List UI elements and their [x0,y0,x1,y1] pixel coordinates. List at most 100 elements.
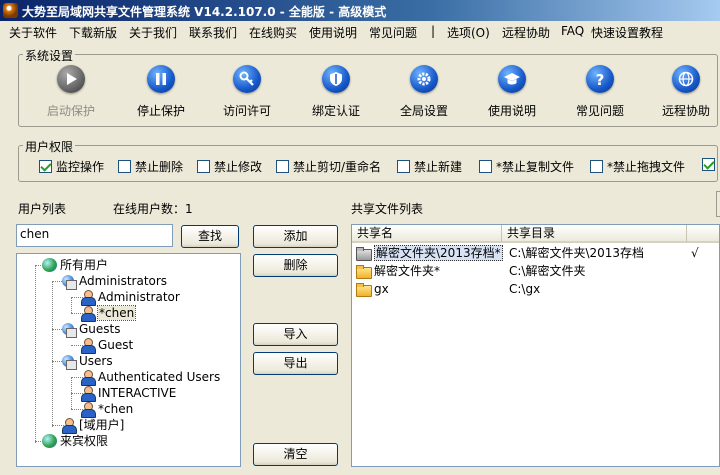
menu-contact[interactable]: 联系我们 [189,24,237,41]
shared-files-list[interactable]: 共享名 共享目录 解密文件夹\2013存档* C:\解密文件夹\2013存档 √… [351,224,720,467]
checkbox-box[interactable] [397,160,410,173]
menu-separator: | [431,24,436,38]
pause-icon [147,65,175,93]
checkbox-box[interactable] [702,158,715,171]
menu-manual[interactable]: 使用说明 [309,24,357,41]
user-icon [80,402,96,418]
column-header-share-dir[interactable]: 共享目录 [502,225,687,243]
start-protection-button[interactable]: 启动保护 [26,65,116,125]
folder-icon [356,283,372,297]
user-icon [80,386,96,402]
remote-assist-label: 远程协助 [661,104,710,118]
tree-item-label: INTERACTIVE [98,386,177,400]
bind-auth-button[interactable]: 绑定认证 [291,65,381,125]
gear-icon [410,65,438,93]
checkbox-no-delete[interactable]: 禁止删除 [118,158,183,175]
checkbox-monitor[interactable]: 监控操作 [39,158,104,175]
share-row[interactable]: 解密文件夹\2013存档* C:\解密文件夹\2013存档 √ [352,245,718,262]
system-settings-group: 系统设置 启动保护 停止保护 访问许可 绑定认证 全局设置 使用说明 ? 常见问… [18,47,720,127]
add-button[interactable]: 添加 [253,225,338,248]
user-permissions-group: 用户权限 监控操作 禁止删除 禁止修改 禁止剪切/重命名 禁止新建 *禁止复制文… [18,138,719,182]
menu-download[interactable]: 下载新版 [69,24,117,41]
user-icon [80,290,96,306]
svg-text:?: ? [596,71,605,88]
tree-line [71,297,72,313]
faq-label: 常见问题 [575,104,624,118]
search-button[interactable]: 查找 [181,225,239,248]
menu-faq-cn[interactable]: 常见问题 [369,24,417,41]
checkbox-no-create-label: 禁止新建 [414,160,463,174]
export-button[interactable]: 导出 [253,352,338,375]
checkbox-no-drag[interactable]: *禁止拖拽文件 [590,158,685,175]
folder-icon [356,265,372,279]
checkbox-box[interactable] [479,160,492,173]
tree-item-chen-users[interactable]: *chen [80,401,133,418]
checkbox-box[interactable] [197,160,210,173]
column-header-extra[interactable] [687,225,719,243]
share-path: C:\解密文件夹 [509,264,586,278]
remote-assist-button[interactable]: 远程协助 [641,65,720,125]
menu-about-us[interactable]: 关于我们 [129,24,177,41]
share-name: 解密文件夹\2013存档* [374,245,503,261]
checkbox-no-delete-label: 禁止删除 [135,160,184,174]
checkbox-no-copy[interactable]: *禁止复制文件 [479,158,574,175]
group-icon [61,274,77,290]
faq-button[interactable]: ? 常见问题 [555,65,645,125]
share-row[interactable]: 解密文件夹* C:\解密文件夹 [352,263,718,280]
checkbox-no-cut-rename[interactable]: 禁止剪切/重命名 [276,158,381,175]
globe-icon [42,258,57,272]
column-header-share-name[interactable]: 共享名 [352,225,502,243]
tree-line [52,281,53,427]
tree-line [35,265,36,443]
tree-item-domain-user[interactable]: [域用户] [61,417,124,434]
tree-item-interactive[interactable]: INTERACTIVE [80,385,177,402]
menu-about-software[interactable]: 关于软件 [9,24,57,41]
checkbox-extra[interactable] [702,158,719,172]
clear-button[interactable]: 清空 [253,443,338,466]
menu-remote[interactable]: 远程协助 [502,24,550,41]
menu-options[interactable]: 选项(O) [447,24,490,41]
tree-item-chen-admin[interactable]: *chen [80,305,137,322]
global-settings-button[interactable]: 全局设置 [379,65,469,125]
tree-item-users[interactable]: Users [61,353,113,370]
menu-buy[interactable]: 在线购买 [249,24,297,41]
import-button[interactable]: 导入 [253,323,338,346]
menu-faq[interactable]: FAQ [561,24,584,38]
checkbox-box[interactable] [276,160,289,173]
tree-item-label: *chen [96,305,137,321]
access-permission-button[interactable]: 访问许可 [202,65,292,125]
checkbox-box[interactable] [118,160,131,173]
checkbox-no-create[interactable]: 禁止新建 [397,158,462,175]
scroll-edge[interactable] [716,191,720,217]
user-tree[interactable]: 所有用户 Administrators Administrator *chen … [16,253,241,467]
delete-button[interactable]: 删除 [253,254,338,277]
user-permissions-title: 用户权限 [23,138,76,155]
share-row[interactable]: gx C:\gx [352,281,718,298]
user-icon [80,306,96,322]
checkbox-no-cut-rename-label: 禁止剪切/重命名 [293,160,382,174]
tree-item-authenticated-users[interactable]: Authenticated Users [80,369,220,386]
user-search-input[interactable]: chen [16,224,173,247]
share-name: 解密文件夹* [374,264,441,278]
user-icon [80,370,96,386]
tree-item-guest-permissions[interactable]: 来宾权限 [42,433,108,449]
checkbox-no-copy-label: *禁止复制文件 [496,160,575,174]
tree-item-all-users[interactable]: 所有用户 [42,257,108,273]
user-icon [80,338,96,354]
shared-files-title: 共享文件列表 [351,202,424,216]
manual-label: 使用说明 [487,104,536,118]
checkbox-box[interactable] [39,160,52,173]
tree-item-administrators[interactable]: Administrators [61,273,167,290]
checkbox-no-modify[interactable]: 禁止修改 [197,158,262,175]
tree-item-label: Guest [98,338,134,352]
tree-item-guests[interactable]: Guests [61,321,121,338]
manual-button[interactable]: 使用说明 [467,65,557,125]
globe-icon [672,65,700,93]
tree-item-label: Administrator [98,290,180,304]
tree-item-guest[interactable]: Guest [80,337,134,354]
tree-item-administrator[interactable]: Administrator [80,289,180,306]
menu-bar: 关于软件 下载新版 关于我们 联系我们 在线购买 使用说明 常见问题 | 选项(… [0,21,720,41]
menu-quick-tutorial[interactable]: 快速设置教程 [591,24,663,41]
checkbox-box[interactable] [590,160,603,173]
stop-protection-button[interactable]: 停止保护 [116,65,206,125]
